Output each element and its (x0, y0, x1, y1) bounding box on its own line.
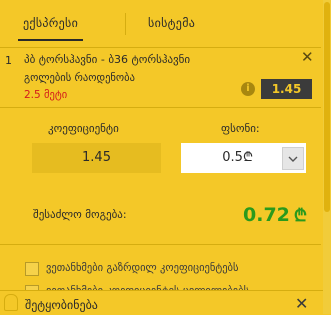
odds-label: კოეფიციენტი (48, 122, 119, 135)
possible-win-label: შესაძლო მოგება: (33, 208, 127, 221)
option-label[interactable]: ვეთანხმები გაზრდილ კოეფიციენტებს (46, 262, 238, 274)
total-odds-field: 1.45 (32, 143, 161, 173)
notification-title: შეტყობინება (25, 298, 98, 312)
possible-win-value: 0.72 ₾ (243, 204, 307, 226)
bet-market: გოლების რაოდენობა (24, 72, 135, 84)
checkbox[interactable] (25, 262, 39, 276)
notification-bar: შეტყობინება ✕ (0, 290, 323, 315)
win-currency: ₾ (293, 206, 307, 226)
stake-input[interactable]: 0.5₾ (181, 143, 306, 173)
bet-item: 1 პბ ტორსჰავნი - ბ36 ტორსჰავნი ✕ გოლების… (0, 48, 321, 108)
tab-express[interactable]: ექსპრესი (17, 16, 84, 41)
divider (0, 244, 321, 245)
info-icon[interactable]: i (241, 82, 255, 96)
stake-value[interactable]: 0.5₾ (222, 143, 253, 173)
scrollbar-thumb[interactable] (324, 2, 330, 212)
bell-icon (4, 294, 18, 311)
close-icon[interactable]: ✕ (295, 294, 308, 313)
bet-event-title: პბ ტორსჰავნი - ბ36 ტორსჰავნი (24, 53, 191, 66)
scrollbar[interactable] (323, 0, 331, 314)
tab-system[interactable]: სისტემა (148, 16, 195, 30)
betslip-tabs: ექსპრესი სისტემა (0, 0, 321, 48)
bet-index: 1 (5, 54, 12, 67)
bet-selection: 2.5 მეტი (24, 89, 68, 101)
stake-currency: ₾ (242, 150, 253, 165)
stake-label: ფსონი: (221, 122, 260, 135)
bet-odds-badge: 1.45 (261, 79, 312, 99)
close-icon[interactable]: ✕ (301, 48, 314, 66)
chevron-down-icon[interactable] (282, 147, 304, 170)
tab-divider (125, 13, 126, 35)
